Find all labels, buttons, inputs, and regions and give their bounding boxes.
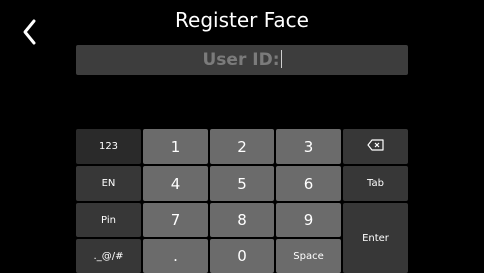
on-screen-keyboard: 123 1 2 3 EN 4 5 6 Tab Pin 7 8 9 Enter .… bbox=[76, 129, 408, 273]
key-8[interactable]: 8 bbox=[210, 203, 274, 237]
key-2[interactable]: 2 bbox=[210, 129, 274, 164]
user-id-input[interactable]: User ID: bbox=[76, 45, 408, 75]
key-backspace[interactable] bbox=[343, 129, 408, 164]
key-4[interactable]: 4 bbox=[143, 166, 208, 201]
key-tab[interactable]: Tab bbox=[343, 166, 408, 201]
text-caret bbox=[280, 49, 282, 68]
key-1[interactable]: 1 bbox=[143, 129, 208, 164]
key-space[interactable]: Space bbox=[276, 239, 341, 273]
key-enter[interactable]: Enter bbox=[343, 203, 408, 273]
key-5[interactable]: 5 bbox=[210, 166, 274, 201]
page-title: Register Face bbox=[175, 8, 309, 32]
key-123-mode[interactable]: 123 bbox=[76, 129, 141, 164]
key-9[interactable]: 9 bbox=[276, 203, 341, 237]
key-0[interactable]: 0 bbox=[210, 239, 274, 273]
key-en-mode[interactable]: EN bbox=[76, 166, 141, 201]
key-3[interactable]: 3 bbox=[276, 129, 341, 164]
key-dot[interactable]: . bbox=[143, 239, 208, 273]
key-pin[interactable]: Pin bbox=[76, 203, 141, 237]
key-6[interactable]: 6 bbox=[276, 166, 341, 201]
user-id-label: User ID: bbox=[202, 50, 280, 70]
key-7[interactable]: 7 bbox=[143, 203, 208, 237]
backspace-icon bbox=[366, 139, 385, 154]
key-symbols[interactable]: ._@/# bbox=[76, 239, 141, 273]
